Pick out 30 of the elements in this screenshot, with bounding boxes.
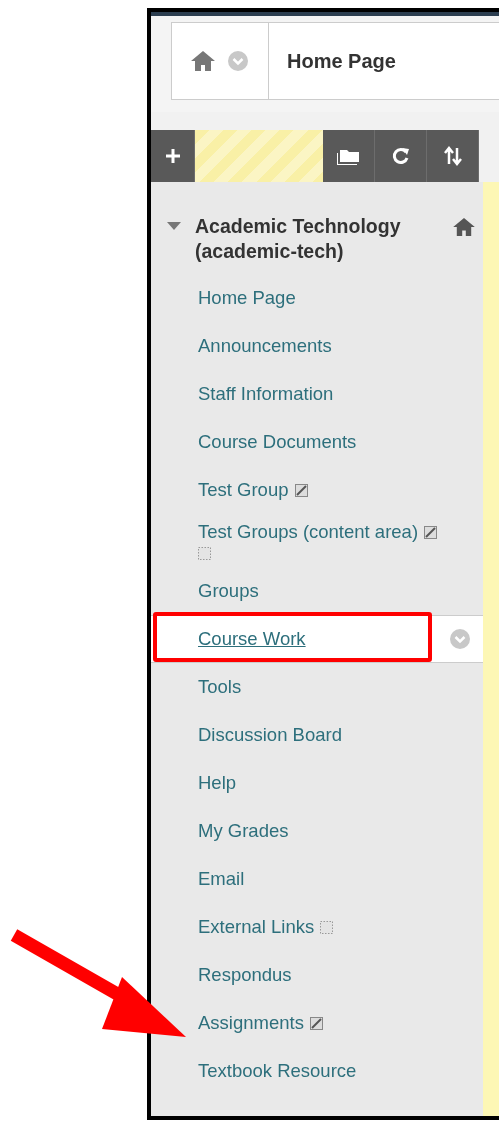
home-icon[interactable] (453, 218, 475, 236)
menu-link[interactable]: External Links (198, 916, 315, 938)
menu-link[interactable]: My Grades (198, 820, 289, 842)
menu-link[interactable]: Staff Information (198, 383, 334, 405)
menu-link[interactable]: Assignments (198, 1012, 304, 1034)
menu-link[interactable]: Discussion Board (198, 724, 342, 746)
sort-button[interactable] (427, 130, 479, 182)
selected-menu-item[interactable]: Course Work (151, 615, 483, 663)
sort-icon (442, 146, 463, 166)
menu-link[interactable]: Textbook Resource (198, 1060, 357, 1082)
course-title: Academic Technology (academic-tech) (195, 214, 402, 264)
menu-link[interactable]: Course Documents (198, 431, 357, 453)
menu-link[interactable]: Respondus (198, 964, 292, 986)
home-icon[interactable] (191, 51, 215, 71)
folder-button[interactable] (323, 130, 375, 182)
menu-link[interactable]: Groups (198, 580, 259, 602)
folder-icon (336, 147, 361, 165)
refresh-icon (391, 146, 410, 166)
plus-icon (164, 148, 181, 164)
add-button[interactable] (151, 130, 195, 182)
menu-link[interactable]: Tools (198, 676, 242, 698)
menu-link[interactable]: Help (198, 772, 237, 794)
menu-link[interactable]: Course Work (198, 628, 306, 650)
menu-link[interactable]: Home Page (198, 287, 296, 309)
refresh-button[interactable] (375, 130, 427, 182)
menu-link[interactable]: Test Groups (content area) (198, 521, 419, 543)
menu-link[interactable]: Test Group (198, 479, 289, 501)
page-title: Home Page (287, 49, 396, 73)
menu-link[interactable]: Email (198, 868, 245, 890)
menu-link[interactable]: Announcements (198, 335, 332, 357)
